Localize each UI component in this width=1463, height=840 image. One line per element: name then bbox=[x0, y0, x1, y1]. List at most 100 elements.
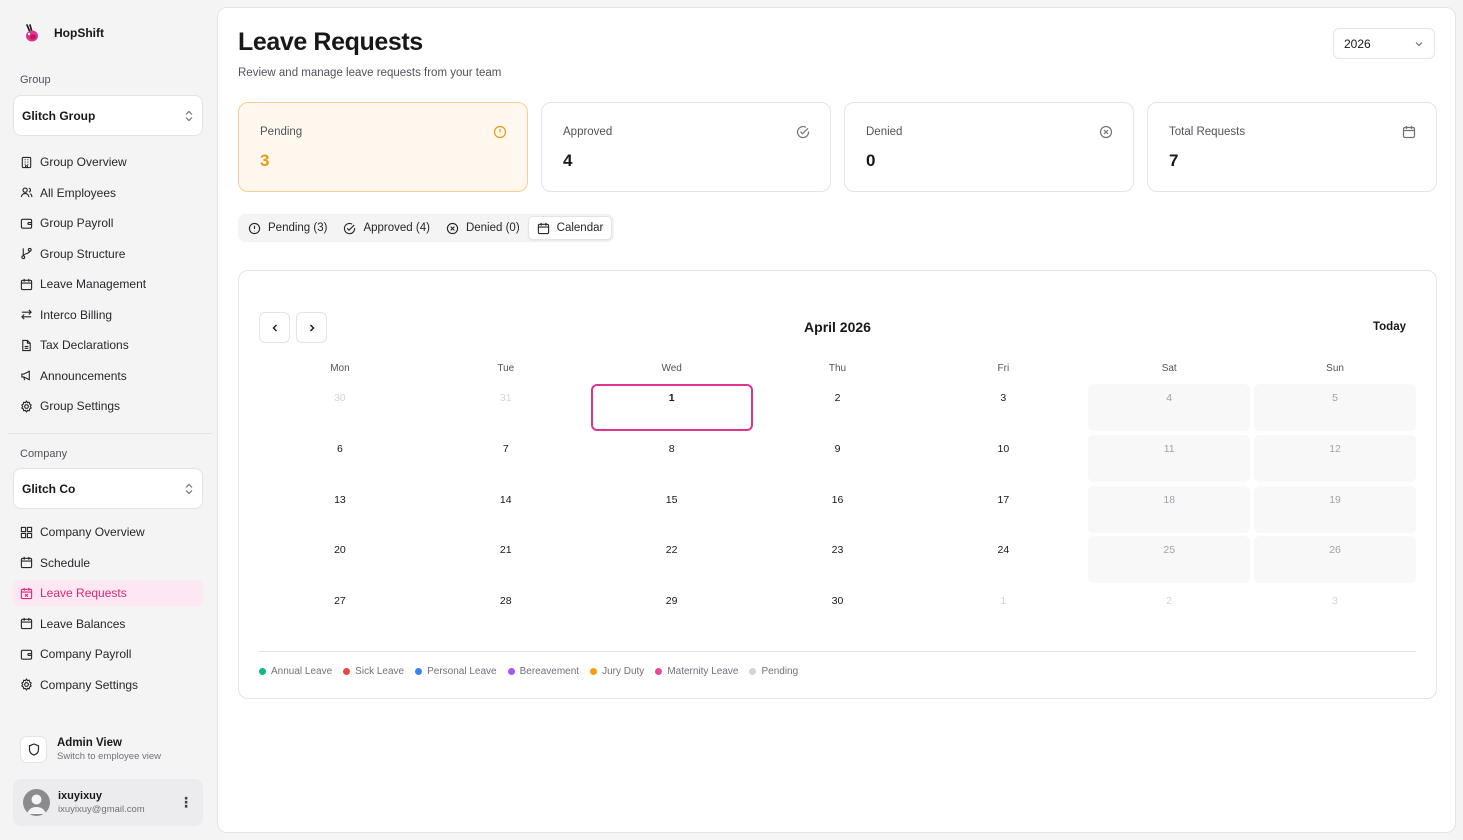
sidebar-item-schedule[interactable]: Schedule bbox=[13, 550, 203, 576]
tab-calendar[interactable]: Calendar bbox=[527, 216, 613, 240]
sidebar-item-company-payroll[interactable]: Company Payroll bbox=[13, 641, 203, 667]
sidebar-item-label: Group Settings bbox=[40, 399, 121, 413]
sidebar-item-group-payroll[interactable]: Group Payroll bbox=[13, 210, 203, 236]
chevrons-up-down-icon bbox=[184, 110, 194, 122]
calendar-day[interactable]: 13 bbox=[259, 486, 421, 533]
legend-item-sick-leave: Sick Leave bbox=[343, 666, 404, 677]
calendar-day[interactable]: 2 bbox=[1088, 587, 1250, 634]
stats-cards: Pending 3 Approved 4 Denied 0 Total Requ… bbox=[238, 102, 1437, 192]
calendar-day[interactable]: 26 bbox=[1254, 536, 1416, 584]
legend-dot bbox=[655, 668, 663, 675]
calendar-day[interactable]: 21 bbox=[425, 536, 587, 583]
sidebar-item-label: Schedule bbox=[40, 555, 91, 570]
calendar-day[interactable]: 5 bbox=[1254, 384, 1416, 431]
stat-card-pending: Pending 3 bbox=[238, 102, 528, 192]
calendar-day[interactable]: 10 bbox=[922, 435, 1084, 482]
calendar-day[interactable]: 23 bbox=[757, 536, 919, 583]
stat-value: 7 bbox=[1169, 151, 1179, 170]
leave-tabs: Pending (3) Approved (4) Denied (0) Cale… bbox=[238, 214, 615, 242]
sidebar-item-group-settings[interactable]: Group Settings bbox=[13, 393, 203, 419]
stat-card-denied: Denied 0 bbox=[844, 102, 1134, 192]
calendar-icon bbox=[1402, 126, 1416, 139]
calendar-day[interactable]: 30 bbox=[757, 587, 919, 634]
company-nav: Company Overview Schedule Leave Requests… bbox=[13, 519, 203, 702]
sidebar-item-interco-billing[interactable]: Interco Billing bbox=[13, 302, 203, 328]
calendar-icon bbox=[20, 278, 33, 290]
calendar-day[interactable]: 12 bbox=[1254, 434, 1416, 482]
calendar-day[interactable]: 24 bbox=[922, 536, 1084, 583]
tab-pending[interactable]: Pending (3) bbox=[240, 216, 335, 240]
calendar-day[interactable]: 31 bbox=[425, 384, 587, 431]
calendar-day[interactable]: 29 bbox=[591, 587, 753, 634]
sidebar-item-all-employees[interactable]: All Employees bbox=[13, 180, 203, 206]
company-selector[interactable]: Glitch Co bbox=[13, 468, 203, 509]
sidebar-item-label: Leave Requests bbox=[40, 586, 127, 600]
calendar-day[interactable]: 25 bbox=[1088, 536, 1251, 584]
calendar-day[interactable]: 3 bbox=[1254, 587, 1416, 634]
legend-dot bbox=[749, 668, 757, 675]
legend-item-personal-leave: Personal Leave bbox=[415, 666, 497, 677]
shield-icon bbox=[20, 736, 47, 763]
sidebar-item-tax-declarations[interactable]: Tax Declarations bbox=[13, 332, 203, 358]
sidebar-item-label: Group Payroll bbox=[40, 216, 114, 230]
more-vertical-icon[interactable]: ⋮ bbox=[179, 794, 193, 811]
calendar-day[interactable]: 9 bbox=[757, 435, 919, 482]
calendar-day[interactable]: 18 bbox=[1088, 485, 1251, 533]
year-select[interactable]: 2026 bbox=[1333, 28, 1435, 59]
admin-view-toggle[interactable]: Admin View Switch to employee view bbox=[20, 736, 161, 763]
calendar-day[interactable]: 28 bbox=[425, 587, 587, 634]
legend-item-pending: Pending bbox=[749, 666, 798, 677]
sidebar-item-leave-management[interactable]: Leave Management bbox=[13, 271, 203, 297]
calendar-day[interactable]: 1 bbox=[922, 587, 1084, 634]
weekday-label: Mon bbox=[330, 363, 350, 374]
sidebar: HopShift Group Glitch Group Group Overvi… bbox=[0, 0, 216, 840]
calendar-day[interactable]: 16 bbox=[757, 486, 919, 533]
calendar-day[interactable]: 22 bbox=[591, 536, 753, 583]
group-nav: Group Overview All Employees Group Payro… bbox=[13, 149, 203, 424]
calendar-day[interactable]: 7 bbox=[425, 435, 587, 482]
calendar-day[interactable]: 30 bbox=[259, 384, 421, 431]
sidebar-item-group-overview[interactable]: Group Overview bbox=[13, 149, 203, 175]
calendar-day[interactable]: 4 bbox=[1088, 384, 1251, 431]
calendar-day[interactable]: 3 bbox=[922, 384, 1084, 431]
sidebar-item-announcements[interactable]: Announcements bbox=[13, 363, 203, 389]
sidebar-item-group-structure[interactable]: Group Structure bbox=[13, 241, 203, 267]
weekday-label: Thu bbox=[828, 363, 847, 374]
stat-card-approved: Approved 4 bbox=[541, 102, 831, 192]
stat-value: 0 bbox=[866, 151, 876, 170]
check-circle-icon bbox=[796, 126, 810, 139]
chevron-down-icon bbox=[1414, 39, 1424, 49]
legend-label: Maternity Leave bbox=[667, 666, 739, 677]
sidebar-item-label: Group Overview bbox=[40, 155, 127, 169]
calendar-day[interactable]: 11 bbox=[1088, 434, 1251, 482]
sidebar-item-company-settings[interactable]: Company Settings bbox=[13, 672, 203, 698]
sidebar-item-leave-requests[interactable]: Leave Requests bbox=[13, 580, 203, 606]
page-subtitle: Review and manage leave requests from yo… bbox=[238, 67, 502, 79]
brand[interactable]: HopShift bbox=[20, 22, 104, 44]
legend-dot bbox=[590, 668, 598, 675]
tab-denied[interactable]: Denied (0) bbox=[438, 216, 528, 240]
calendar-day[interactable]: 17 bbox=[922, 486, 1084, 533]
calendar-day[interactable]: 6 bbox=[259, 435, 421, 482]
tab-approved[interactable]: Approved (4) bbox=[335, 216, 437, 240]
sidebar-item-leave-balances[interactable]: Leave Balances bbox=[13, 611, 203, 637]
today-button[interactable]: Today bbox=[1373, 321, 1406, 333]
calendar-day[interactable]: 2 bbox=[757, 384, 919, 431]
calendar-day-today[interactable]: 1 bbox=[590, 384, 753, 431]
calendar-day[interactable]: 15 bbox=[591, 486, 753, 533]
calendar-day[interactable]: 8 bbox=[591, 435, 753, 482]
year-select-value: 2026 bbox=[1344, 36, 1371, 51]
stat-value: 3 bbox=[260, 151, 270, 170]
legend-item-jury-duty: Jury Duty bbox=[590, 666, 644, 677]
x-circle-icon bbox=[1099, 125, 1113, 139]
calendar-icon bbox=[20, 617, 33, 630]
calendar-day[interactable]: 19 bbox=[1254, 485, 1416, 533]
calendar-x-icon bbox=[20, 587, 33, 599]
user-menu[interactable]: ixuyixuy ixuyixuy@gmail.com ⋮ bbox=[13, 779, 203, 826]
calendar-day[interactable]: 14 bbox=[425, 486, 587, 533]
avatar bbox=[23, 789, 50, 816]
calendar-day[interactable]: 20 bbox=[259, 536, 421, 583]
group-selector[interactable]: Glitch Group bbox=[13, 95, 203, 136]
calendar-day[interactable]: 27 bbox=[259, 587, 421, 634]
sidebar-item-company-overview[interactable]: Company Overview bbox=[13, 519, 203, 545]
